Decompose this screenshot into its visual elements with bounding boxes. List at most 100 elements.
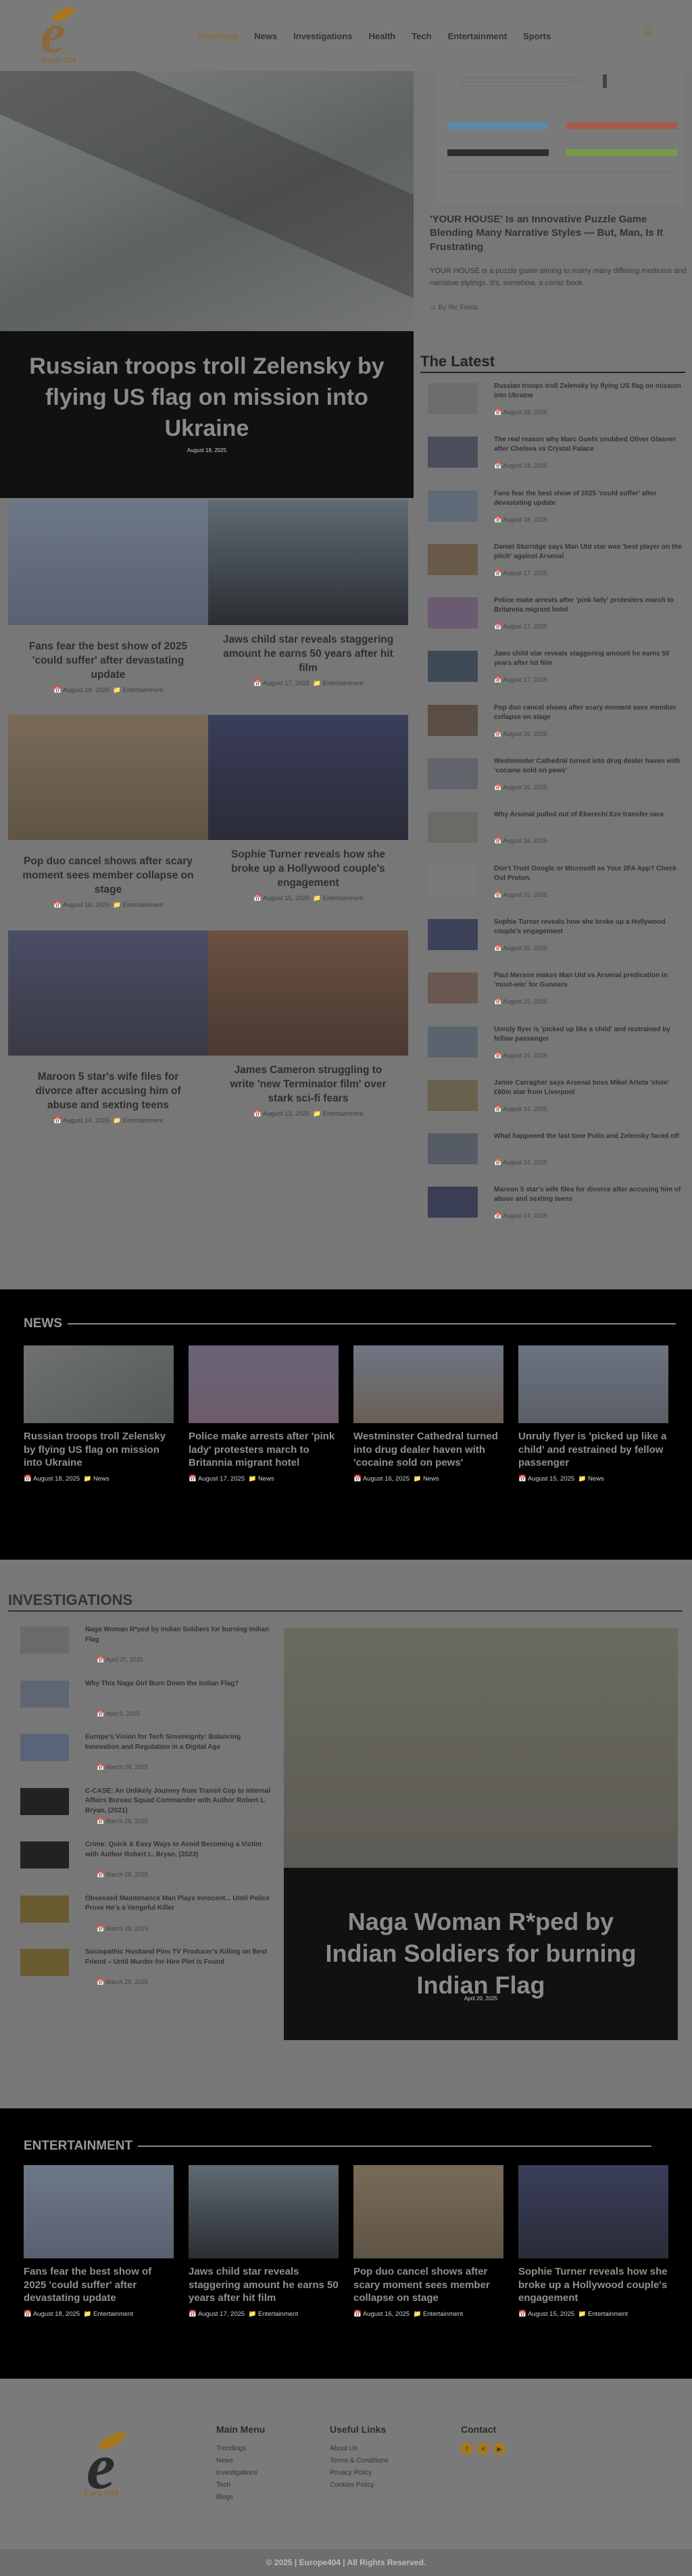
investigation-item-title[interactable]: Obsessed Maintenance Man Plays Innocent.… <box>85 1894 274 1914</box>
latest-item[interactable]: Westminster Cathedral turned into drug d… <box>428 757 685 810</box>
latest-item[interactable]: Unruly flyer is 'picked up like a child'… <box>428 1025 685 1079</box>
nav-health[interactable]: Health <box>361 28 404 44</box>
footer-link[interactable]: Blogs <box>216 2492 265 2504</box>
feature-article[interactable]: 'YOUR HOUSE' Is an Innovative Puzzle Gam… <box>420 71 687 355</box>
grid-card[interactable]: Sophie Turner reveals how she broke up a… <box>208 715 408 902</box>
hero-title[interactable]: Russian troops troll Zelensky by flying … <box>14 351 400 445</box>
latest-item-title[interactable]: Police make arrests after 'pink lady' pr… <box>494 596 683 615</box>
latest-item[interactable]: Sophie Turner reveals how she broke up a… <box>428 918 685 971</box>
news-card[interactable]: Unruly flyer is 'picked up like a child'… <box>518 1345 668 1483</box>
footer-link[interactable]: Trendings <box>216 2443 265 2455</box>
grid-card[interactable]: Jaws child star reveals staggering amoun… <box>208 500 408 687</box>
entertainment-heading-text[interactable]: ENTERTAINMENT <box>24 2139 132 2154</box>
investigations-feature-title[interactable]: Naga Woman R*ped by Indian Soldiers for … <box>284 1906 678 2001</box>
grid-card[interactable]: Fans fear the best show of 2025 'could s… <box>8 500 208 694</box>
news-card-title[interactable]: Russian troops troll Zelensky by flying … <box>24 1430 174 1470</box>
latest-item[interactable]: Jamie Carragher says Arsenal boss Mikel … <box>428 1079 685 1132</box>
facebook-icon[interactable]: f <box>461 2443 473 2455</box>
entertainment-card-title[interactable]: Fans fear the best show of 2025 'could s… <box>24 2265 174 2305</box>
nav-tech[interactable]: Tech <box>403 28 439 44</box>
investigation-item[interactable]: Why This Naga Girl Burn Down the Indian … <box>20 1679 270 1733</box>
feature-title[interactable]: 'YOUR HOUSE' Is an Innovative Puzzle Gam… <box>430 213 687 254</box>
latest-item-title[interactable]: Russian troops troll Zelensky by flying … <box>494 382 683 401</box>
grid-card-title[interactable]: Maroon 5 star's wife files for divorce a… <box>8 1070 208 1113</box>
x-icon[interactable]: ✕ <box>477 2443 489 2455</box>
latest-item-title[interactable]: Why Arsenal pulled out of Eberechi Eze t… <box>494 810 683 820</box>
latest-item[interactable]: Daniel Sturridge says Man Utd star was '… <box>428 543 685 596</box>
footer-link[interactable]: Privacy Policy <box>330 2467 389 2479</box>
latest-item[interactable]: Fans fear the best show of 2025 'could s… <box>428 489 685 543</box>
news-card-title[interactable]: Westminster Cathedral turned into drug d… <box>353 1430 503 1470</box>
latest-item-title[interactable]: Daniel Sturridge says Man Utd star was '… <box>494 543 683 562</box>
investigation-item-title[interactable]: Crime: Quick & Easy Ways to Avoid Becomi… <box>85 1840 274 1860</box>
entertainment-card[interactable]: Fans fear the best show of 2025 'could s… <box>24 2165 174 2318</box>
footer-logo[interactable]: e Euro 404 <box>81 2426 142 2500</box>
investigations-feature[interactable]: Naga Woman R*ped by Indian Soldiers for … <box>284 1628 678 2040</box>
grid-card[interactable]: James Cameron struggling to write 'new T… <box>208 931 408 1118</box>
investigation-item-title[interactable]: C-CASE: An Unlikely Journey from Transit… <box>85 1787 274 1816</box>
latest-item-title[interactable]: Unruly flyer is 'picked up like a child'… <box>494 1025 683 1044</box>
latest-item[interactable]: Maroon 5 star's wife files for divorce a… <box>428 1185 685 1239</box>
entertainment-card[interactable]: Pop duo cancel shows after scary moment … <box>353 2165 503 2318</box>
latest-item[interactable]: What happened the last time Putin and Ze… <box>428 1132 685 1185</box>
latest-item[interactable]: The real reason why Marc Guehi snubbed O… <box>428 435 685 489</box>
investigation-item[interactable]: Crime: Quick & Easy Ways to Avoid Becomi… <box>20 1840 270 1894</box>
latest-item-title[interactable]: Maroon 5 star's wife files for divorce a… <box>494 1185 683 1204</box>
feature-author-name[interactable]: By Ric Fields <box>439 304 478 312</box>
grid-card-title[interactable]: Fans fear the best show of 2025 'could s… <box>8 640 208 683</box>
grid-card-title[interactable]: Jaws child star reveals staggering amoun… <box>208 633 408 676</box>
nav-entertainment[interactable]: Entertainment <box>440 28 515 44</box>
entertainment-card-title[interactable]: Pop duo cancel shows after scary moment … <box>353 2265 503 2305</box>
investigation-item-title[interactable]: Why This Naga Girl Burn Down the Indian … <box>85 1679 274 1689</box>
latest-item-title[interactable]: Fans fear the best show of 2025 'could s… <box>494 489 683 508</box>
latest-item-title[interactable]: Jamie Carragher says Arsenal boss Mikel … <box>494 1079 683 1097</box>
hero-article[interactable]: Russian troops troll Zelensky by flying … <box>0 71 414 498</box>
entertainment-card-title[interactable]: Jaws child star reveals staggering amoun… <box>189 2265 339 2305</box>
news-card[interactable]: Police make arrests after 'pink lady' pr… <box>189 1345 339 1483</box>
search-icon[interactable] <box>641 27 657 43</box>
latest-item-title[interactable]: Don't Trust Google or Microsoft as Your … <box>494 864 683 883</box>
footer-link[interactable]: About Us <box>330 2443 389 2455</box>
news-heading-text[interactable]: NEWS <box>24 1316 62 1331</box>
news-card[interactable]: Westminster Cathedral turned into drug d… <box>353 1345 503 1483</box>
news-card-title[interactable]: Unruly flyer is 'picked up like a child'… <box>518 1430 668 1470</box>
latest-item-title[interactable]: Sophie Turner reveals how she broke up a… <box>494 918 683 937</box>
investigation-item[interactable]: Obsessed Maintenance Man Plays Innocent.… <box>20 1894 270 1948</box>
grid-card-title[interactable]: Pop duo cancel shows after scary moment … <box>8 855 208 897</box>
footer-link[interactable]: News <box>216 2455 265 2467</box>
latest-item[interactable]: Don't Trust Google or Microsoft as Your … <box>428 864 685 918</box>
footer-link[interactable]: Terms & Conditions <box>330 2455 389 2467</box>
latest-item[interactable]: Paul Merson makes Man Utd vs Arsenal pre… <box>428 971 685 1024</box>
grid-card-title[interactable]: Sophie Turner reveals how she broke up a… <box>208 848 408 891</box>
investigation-item-title[interactable]: Sociopathic Husband Pins TV Producer's K… <box>85 1948 274 1967</box>
nav-news[interactable]: News <box>246 28 285 44</box>
latest-item-title[interactable]: Paul Merson makes Man Utd vs Arsenal pre… <box>494 971 683 990</box>
latest-item-title[interactable]: Westminster Cathedral turned into drug d… <box>494 757 683 776</box>
entertainment-card[interactable]: Jaws child star reveals staggering amoun… <box>189 2165 339 2318</box>
nav-investigations[interactable]: Investigations <box>285 28 360 44</box>
nav-trendings[interactable]: Trendings <box>188 28 246 44</box>
footer-link[interactable]: Tech <box>216 2479 265 2492</box>
latest-item-title[interactable]: What happened the last time Putin and Ze… <box>494 1132 683 1141</box>
latest-item-title[interactable]: Jaws child star reveals staggering amoun… <box>494 649 683 668</box>
investigation-item[interactable]: Sociopathic Husband Pins TV Producer's K… <box>20 1948 270 2002</box>
entertainment-card-title[interactable]: Sophie Turner reveals how she broke up a… <box>518 2265 668 2305</box>
investigation-item[interactable]: Europe's Vision for Tech Sovereignty: Ba… <box>20 1733 270 1787</box>
nav-sports[interactable]: Sports <box>515 28 559 44</box>
latest-item[interactable]: Russian troops troll Zelensky by flying … <box>428 382 685 435</box>
latest-item-title[interactable]: The real reason why Marc Guehi snubbed O… <box>494 435 683 454</box>
investigation-item-title[interactable]: Europe's Vision for Tech Sovereignty: Ba… <box>85 1733 274 1752</box>
grid-card[interactable]: Maroon 5 star's wife files for divorce a… <box>8 931 208 1124</box>
latest-item[interactable]: Why Arsenal pulled out of Eberechi Eze t… <box>428 810 685 864</box>
footer-link[interactable]: Cookies Policy <box>330 2479 389 2492</box>
latest-item[interactable]: Police make arrests after 'pink lady' pr… <box>428 596 685 649</box>
latest-item[interactable]: Jaws child star reveals staggering amoun… <box>428 649 685 703</box>
footer-link[interactable]: Investigations <box>216 2467 265 2479</box>
youtube-icon[interactable]: ▶ <box>493 2443 505 2455</box>
news-card[interactable]: Russian troops troll Zelensky by flying … <box>24 1345 174 1483</box>
investigation-item[interactable]: C-CASE: An Unlikely Journey from Transit… <box>20 1787 270 1841</box>
grid-card[interactable]: Pop duo cancel shows after scary moment … <box>8 715 208 909</box>
entertainment-card[interactable]: Sophie Turner reveals how she broke up a… <box>518 2165 668 2318</box>
investigation-item[interactable]: Naga Woman R*ped by Indian Soldiers for … <box>20 1625 270 1679</box>
latest-item[interactable]: Pop duo cancel shows after scary moment … <box>428 703 685 757</box>
